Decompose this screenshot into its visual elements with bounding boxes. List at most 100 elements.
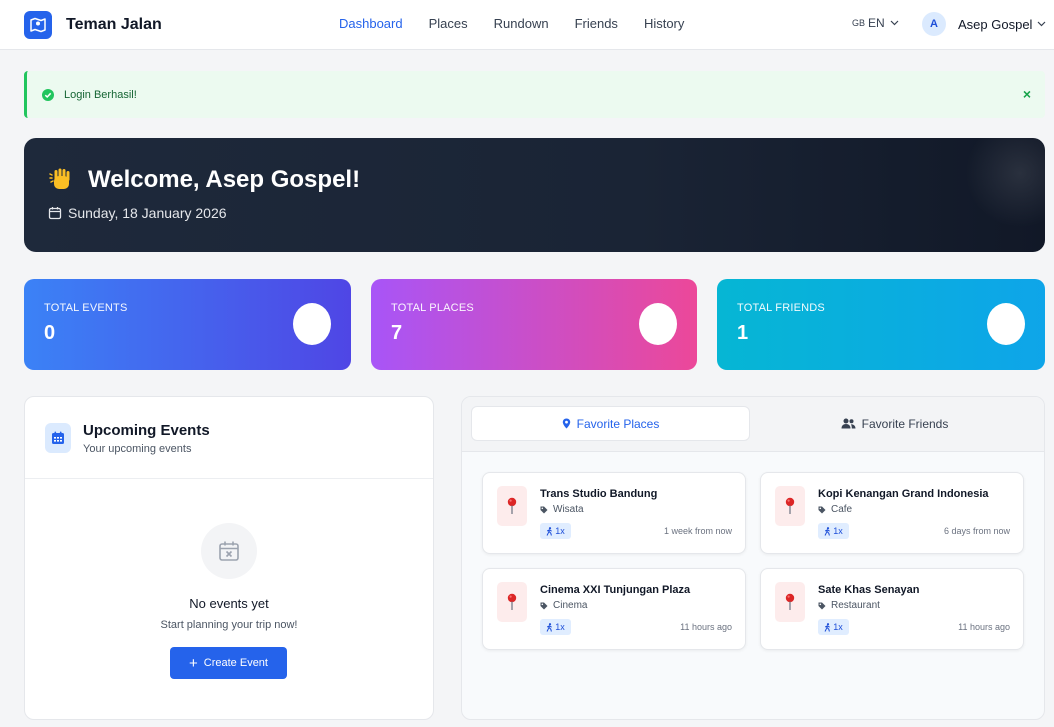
walking-icon — [546, 622, 553, 632]
brand[interactable]: Teman Jalan — [24, 11, 162, 39]
avatar: A — [922, 12, 946, 36]
favorites-panel: Favorite Places Favorite Friends Trans S… — [461, 396, 1045, 720]
pushpin-icon — [775, 582, 805, 622]
navbar: Teman Jalan Dashboard Places Rundown Fri… — [0, 0, 1054, 50]
place-category: Cafe — [818, 504, 852, 515]
place-time: 6 days from now — [943, 526, 1010, 536]
stat-card-friends: TOTAL FRIENDS 1 — [717, 279, 1045, 370]
place-category: Restaurant — [818, 600, 880, 611]
welcome-title: Welcome, Asep Gospel! — [48, 166, 360, 194]
main-nav: Dashboard Places Rundown Friends History — [339, 16, 710, 31]
plus-icon: + — [189, 654, 198, 672]
visit-count-badge: 1x — [818, 619, 849, 635]
category-label: Restaurant — [831, 600, 880, 611]
nav-friends[interactable]: Friends — [575, 16, 618, 31]
brand-name: Teman Jalan — [66, 16, 162, 33]
place-category: Wisata — [540, 504, 584, 515]
visit-count-badge: 1x — [540, 619, 571, 635]
events-header: Upcoming Events Your upcoming events — [25, 397, 433, 479]
place-category: Cinema — [540, 600, 587, 611]
user-name: Asep Gospel — [958, 16, 1033, 32]
walking-icon — [824, 526, 831, 536]
stat-circle-icon — [639, 303, 677, 345]
place-name: Cinema XXI Tunjungan Plaza — [540, 584, 691, 596]
stat-value: 1 — [737, 322, 749, 344]
category-label: Cinema — [553, 600, 588, 611]
category-label: Wisata — [553, 504, 584, 515]
place-time: 11 hours ago — [958, 622, 1010, 632]
user-menu[interactable]: A Asep Gospel — [922, 12, 1046, 36]
welcome-heading: Welcome, Asep Gospel! — [88, 166, 361, 193]
stat-circle-icon — [987, 303, 1025, 345]
tag-icon — [818, 506, 826, 513]
decorative-glow — [965, 138, 1045, 228]
category-label: Cafe — [831, 504, 853, 515]
events-title: Upcoming Events — [83, 422, 210, 439]
favorite-place-card[interactable]: Sate Khas Senayan Restaurant 1x 11 hours… — [760, 568, 1024, 650]
welcome-date: Sunday, 18 January 2026 — [48, 205, 227, 221]
stat-label: TOTAL FRIENDS — [737, 302, 825, 314]
chevron-down-icon — [890, 20, 899, 26]
language-selector[interactable]: GB EN — [852, 16, 899, 30]
tab-label: Favorite Friends — [861, 416, 949, 431]
tag-icon — [540, 602, 548, 609]
favorite-place-card[interactable]: Trans Studio Bandung Wisata 1x 1 week fr… — [482, 472, 746, 554]
welcome-banner: Welcome, Asep Gospel! Sunday, 18 January… — [24, 138, 1045, 252]
stat-value: 7 — [391, 322, 403, 344]
check-circle-icon — [42, 88, 54, 101]
chevron-down-icon — [1038, 21, 1046, 27]
place-name: Sate Khas Senayan — [818, 584, 920, 596]
pushpin-icon — [497, 486, 527, 526]
walking-icon — [824, 622, 831, 632]
map-logo-icon — [24, 11, 52, 39]
success-alert: Login Berhasil! × — [24, 71, 1045, 118]
stat-label: TOTAL PLACES — [391, 302, 474, 314]
flag-gb: GB — [852, 18, 866, 28]
calendar-icon — [48, 207, 62, 220]
upcoming-events-panel: Upcoming Events Your upcoming events No … — [24, 396, 434, 720]
favorite-place-card[interactable]: Cinema XXI Tunjungan Plaza Cinema 1x 11 … — [482, 568, 746, 650]
visit-count: 1x — [833, 526, 843, 536]
visit-count: 1x — [555, 526, 565, 536]
pushpin-icon — [497, 582, 527, 622]
tab-favorite-places[interactable]: Favorite Places — [471, 406, 750, 441]
nav-places[interactable]: Places — [429, 16, 468, 31]
close-icon[interactable]: × — [1023, 86, 1031, 102]
stat-card-places: TOTAL PLACES 7 — [371, 279, 697, 370]
nav-dashboard[interactable]: Dashboard — [339, 16, 403, 31]
stat-circle-icon — [293, 303, 331, 345]
map-pin-icon — [562, 418, 570, 429]
stat-label: TOTAL EVENTS — [44, 302, 128, 314]
calendar-grid-icon — [45, 423, 71, 453]
place-name: Trans Studio Bandung — [540, 488, 658, 500]
visit-count: 1x — [555, 622, 565, 632]
nav-rundown[interactable]: Rundown — [494, 16, 549, 31]
create-event-button[interactable]: + Create Event — [170, 647, 287, 679]
tag-icon — [818, 602, 826, 609]
pushpin-icon — [775, 486, 805, 526]
tab-favorite-friends[interactable]: Favorite Friends — [752, 406, 1037, 441]
visit-count: 1x — [833, 622, 843, 632]
create-event-label: Create Event — [203, 657, 268, 669]
empty-state-title: No events yet — [189, 596, 269, 611]
visit-count-badge: 1x — [818, 523, 849, 539]
place-time: 1 week from now — [663, 526, 732, 536]
alert-message: Login Berhasil! — [64, 88, 137, 101]
place-name: Kopi Kenangan Grand Indonesia — [818, 488, 989, 500]
waving-hand-icon — [49, 168, 70, 189]
stat-value: 0 — [44, 322, 56, 344]
current-date: Sunday, 18 January 2026 — [68, 205, 227, 221]
favorites-tabs: Favorite Places Favorite Friends — [462, 397, 1044, 452]
users-icon — [841, 418, 856, 429]
language-code: EN — [868, 16, 885, 30]
stat-card-events: TOTAL EVENTS 0 — [24, 279, 351, 370]
walking-icon — [546, 526, 553, 536]
place-time: 11 hours ago — [680, 622, 732, 632]
events-subtitle: Your upcoming events — [83, 443, 192, 455]
favorite-place-card[interactable]: Kopi Kenangan Grand Indonesia Cafe 1x 6 … — [760, 472, 1024, 554]
visit-count-badge: 1x — [540, 523, 571, 539]
tag-icon — [540, 506, 548, 513]
nav-history[interactable]: History — [644, 16, 684, 31]
calendar-x-icon — [201, 523, 257, 579]
empty-state-subtitle: Start planning your trip now! — [160, 619, 298, 631]
